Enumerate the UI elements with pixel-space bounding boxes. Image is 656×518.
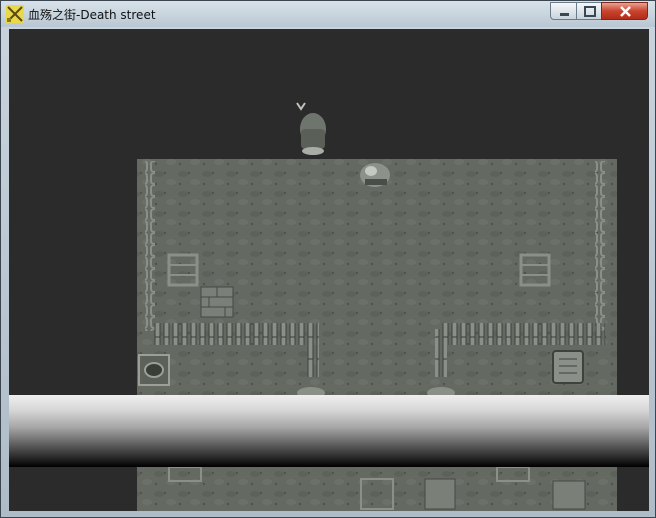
fence-right	[441, 323, 606, 345]
fence-left	[154, 323, 319, 345]
window-title: 血殇之街-Death street	[28, 8, 156, 22]
fence-post-left	[307, 329, 319, 377]
well-object	[138, 354, 170, 386]
game-window: 血殇之街-Death street	[0, 0, 656, 518]
close-icon	[620, 6, 631, 17]
crossed-swords-icon	[6, 5, 24, 23]
chain-left	[145, 161, 155, 331]
creature-sprite	[360, 163, 390, 187]
title-bar[interactable]: 血殇之街-Death street	[1, 1, 655, 27]
brick-bottom	[424, 478, 456, 510]
maximize-button[interactable]	[576, 2, 602, 20]
close-button[interactable]	[601, 2, 648, 20]
fence-post-right	[435, 329, 447, 377]
chain-right	[595, 161, 605, 331]
signboard	[552, 350, 584, 384]
brick-bottom-right	[552, 480, 586, 510]
game-viewport[interactable]	[9, 29, 649, 511]
minimize-button[interactable]	[550, 2, 577, 20]
message-box	[9, 395, 649, 467]
brick-pile	[200, 286, 234, 318]
